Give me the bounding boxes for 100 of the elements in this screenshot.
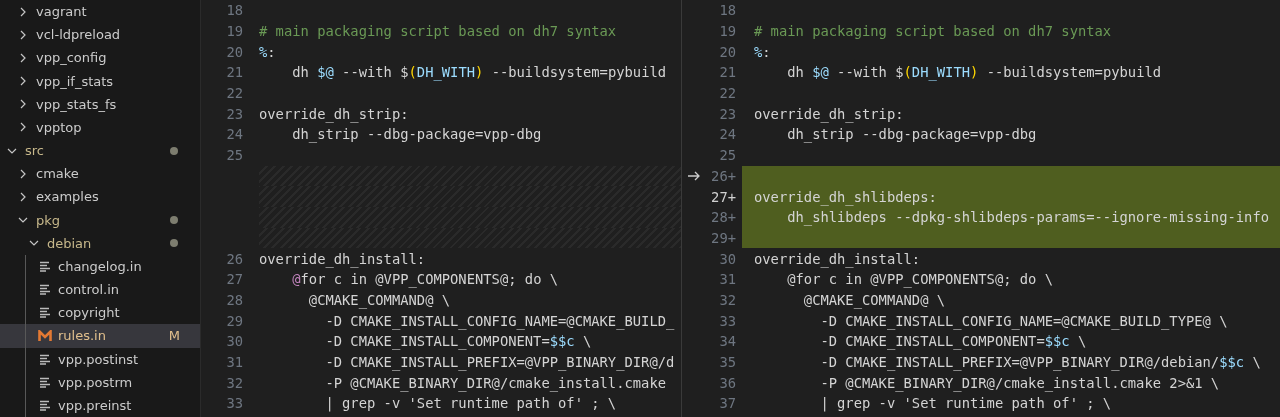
line-number: 32 xyxy=(718,291,736,308)
line-number: 30 xyxy=(718,250,736,267)
tree-item[interactable]: vagrant xyxy=(0,0,200,24)
line-number: 36 xyxy=(718,374,736,391)
tree-item[interactable]: vcl-ldpreload xyxy=(0,23,200,47)
item-label: vpp_if_stats xyxy=(36,73,114,89)
line-number: 27+ xyxy=(710,188,736,205)
line-number: 27 xyxy=(225,271,243,288)
code-line: -D CMAKE_INSTALL_CONFIG_NAME=@CMAKE_BUILD_ xyxy=(324,312,675,329)
tree-item[interactable]: vpp.postrm xyxy=(0,370,200,394)
m-shaped-file-icon xyxy=(37,328,53,344)
code-line: -P @CMAKE_BINARY_DIR@/cmake_install.cmake 2>&1 \ xyxy=(819,374,1220,391)
code-line: override_dh_install: xyxy=(258,250,426,267)
item-label: vpp_config xyxy=(36,50,107,66)
line-number: 21 xyxy=(225,64,243,81)
item-label: rules.in xyxy=(58,328,106,344)
item-label: examples xyxy=(36,189,99,205)
item-label: debian xyxy=(47,235,92,251)
code-line: override_dh_shlibdeps: xyxy=(753,188,937,205)
code-line: -D CMAKE_INSTALL_COMPONENT=$$c \ xyxy=(324,333,592,350)
line-number: 33 xyxy=(718,312,736,329)
code-line: -P @CMAKE_BINARY_DIR@/cmake_install.cmake xyxy=(324,374,666,391)
line-number: 23 xyxy=(225,105,243,122)
code-line: @for c in @VPP_COMPONENTS@; do \ xyxy=(291,271,559,288)
code-line: @for c in @VPP_COMPONENTS@; do \ xyxy=(786,271,1054,288)
line-number: 26 xyxy=(225,250,243,267)
code-line: %: xyxy=(258,43,276,60)
code-line: -D CMAKE_INSTALL_COMPONENT=$$c \ xyxy=(819,333,1087,350)
code-line: dh_shlibdeps --dpkg-shlibdeps-params=--ignore-missing-info xyxy=(786,209,1269,226)
item-label: vpptop xyxy=(36,119,82,135)
code-line: # main packaging script based on dh7 syntax xyxy=(258,23,617,40)
line-number: 25 xyxy=(718,147,736,164)
line-number: 32 xyxy=(225,374,243,391)
item-label: vcl-ldpreload xyxy=(36,27,121,43)
item-label: pkg xyxy=(36,212,61,228)
line-number: 20 xyxy=(225,43,243,60)
tree-item[interactable]: copyright xyxy=(0,301,200,325)
modified-dot xyxy=(170,239,178,248)
line-number: 29 xyxy=(225,312,243,329)
line-number: 24 xyxy=(225,126,243,143)
code-line: @CMAKE_COMMAND@ \ xyxy=(802,291,946,308)
tree-item[interactable]: cmake xyxy=(0,162,200,186)
code-line: override_dh_strip: xyxy=(258,105,409,122)
code-line: dh $@ --with $(DH_WITH) --buildsystem=pybuild xyxy=(786,64,1162,81)
line-number: 26+ xyxy=(710,167,736,184)
tree-item[interactable]: vpp.preinst xyxy=(0,393,200,417)
line-number: 28 xyxy=(225,291,243,308)
line-number: 22 xyxy=(225,85,243,102)
code-line: override_dh_install: xyxy=(753,250,921,267)
modified-dot xyxy=(170,146,178,155)
line-number: 33 xyxy=(225,395,243,412)
item-label: vpp.postinst xyxy=(58,351,139,367)
modified-status: M xyxy=(168,328,180,344)
code-line: -D CMAKE_INSTALL_PREFIX=@VPP_BINARY_DIR@/debian/$$c \ xyxy=(819,354,1261,371)
code-line: dh_strip --dbg-package=vpp-dbg xyxy=(291,126,542,143)
line-number: 24 xyxy=(718,126,736,143)
item-label: control.in xyxy=(58,282,120,298)
line-number: 18 xyxy=(225,2,243,19)
line-number: 31 xyxy=(225,354,243,371)
line-number: 19 xyxy=(225,23,243,40)
tree-item[interactable]: pkg xyxy=(0,208,200,232)
line-number: 19 xyxy=(718,23,736,40)
line-number: 34 xyxy=(718,333,736,350)
tree-item[interactable]: changelog.in xyxy=(0,254,200,279)
item-label: vagrant xyxy=(36,4,87,20)
modified-dot xyxy=(170,216,178,225)
item-label: cmake xyxy=(36,166,79,182)
tree-item[interactable]: examples xyxy=(0,185,200,209)
code-line: override_dh_strip: xyxy=(753,105,904,122)
line-number: 18 xyxy=(718,2,736,19)
tree-item[interactable]: vpp_stats_fs xyxy=(0,92,200,116)
code-line: %: xyxy=(753,43,771,60)
item-label: vpp_stats_fs xyxy=(36,96,117,112)
line-number: 20 xyxy=(718,43,736,60)
code-line: @CMAKE_COMMAND@ \ xyxy=(307,291,451,308)
item-label: vpp.postrm xyxy=(58,374,133,390)
tree-item[interactable]: vpptop xyxy=(0,115,200,140)
line-number: 21 xyxy=(718,64,736,81)
code-line: | grep -v 'Set runtime path of' ; \ xyxy=(324,395,617,412)
line-number: 25 xyxy=(225,147,243,164)
line-number: 30 xyxy=(225,333,243,350)
tree-item[interactable]: rules.in M xyxy=(0,324,200,348)
line-number: 31 xyxy=(718,271,736,288)
line-number: 37 xyxy=(718,395,736,412)
code-line: # main packaging script based on dh7 syntax xyxy=(753,23,1112,40)
line-number: 35 xyxy=(718,354,736,371)
line-number: 29+ xyxy=(710,229,736,246)
line-number: 22 xyxy=(718,85,736,102)
item-label: src xyxy=(25,143,44,159)
item-label: changelog.in xyxy=(58,258,142,274)
code-line: -D CMAKE_INSTALL_PREFIX=@VPP_BINARY_DIR@/d xyxy=(324,354,675,371)
tree-item[interactable]: vpp.postinst xyxy=(0,347,200,371)
code-line: | grep -v 'Set runtime path of' ; \ xyxy=(819,395,1112,412)
tree-item[interactable]: debian xyxy=(0,231,200,255)
tree-item[interactable]: control.in xyxy=(0,278,200,302)
tree-item[interactable]: vpp_config xyxy=(0,46,200,70)
tree-item[interactable]: src xyxy=(0,139,200,163)
code-line: dh_strip --dbg-package=vpp-dbg xyxy=(786,126,1037,143)
item-label: copyright xyxy=(58,305,120,321)
tree-item[interactable]: vpp_if_stats xyxy=(0,69,200,93)
